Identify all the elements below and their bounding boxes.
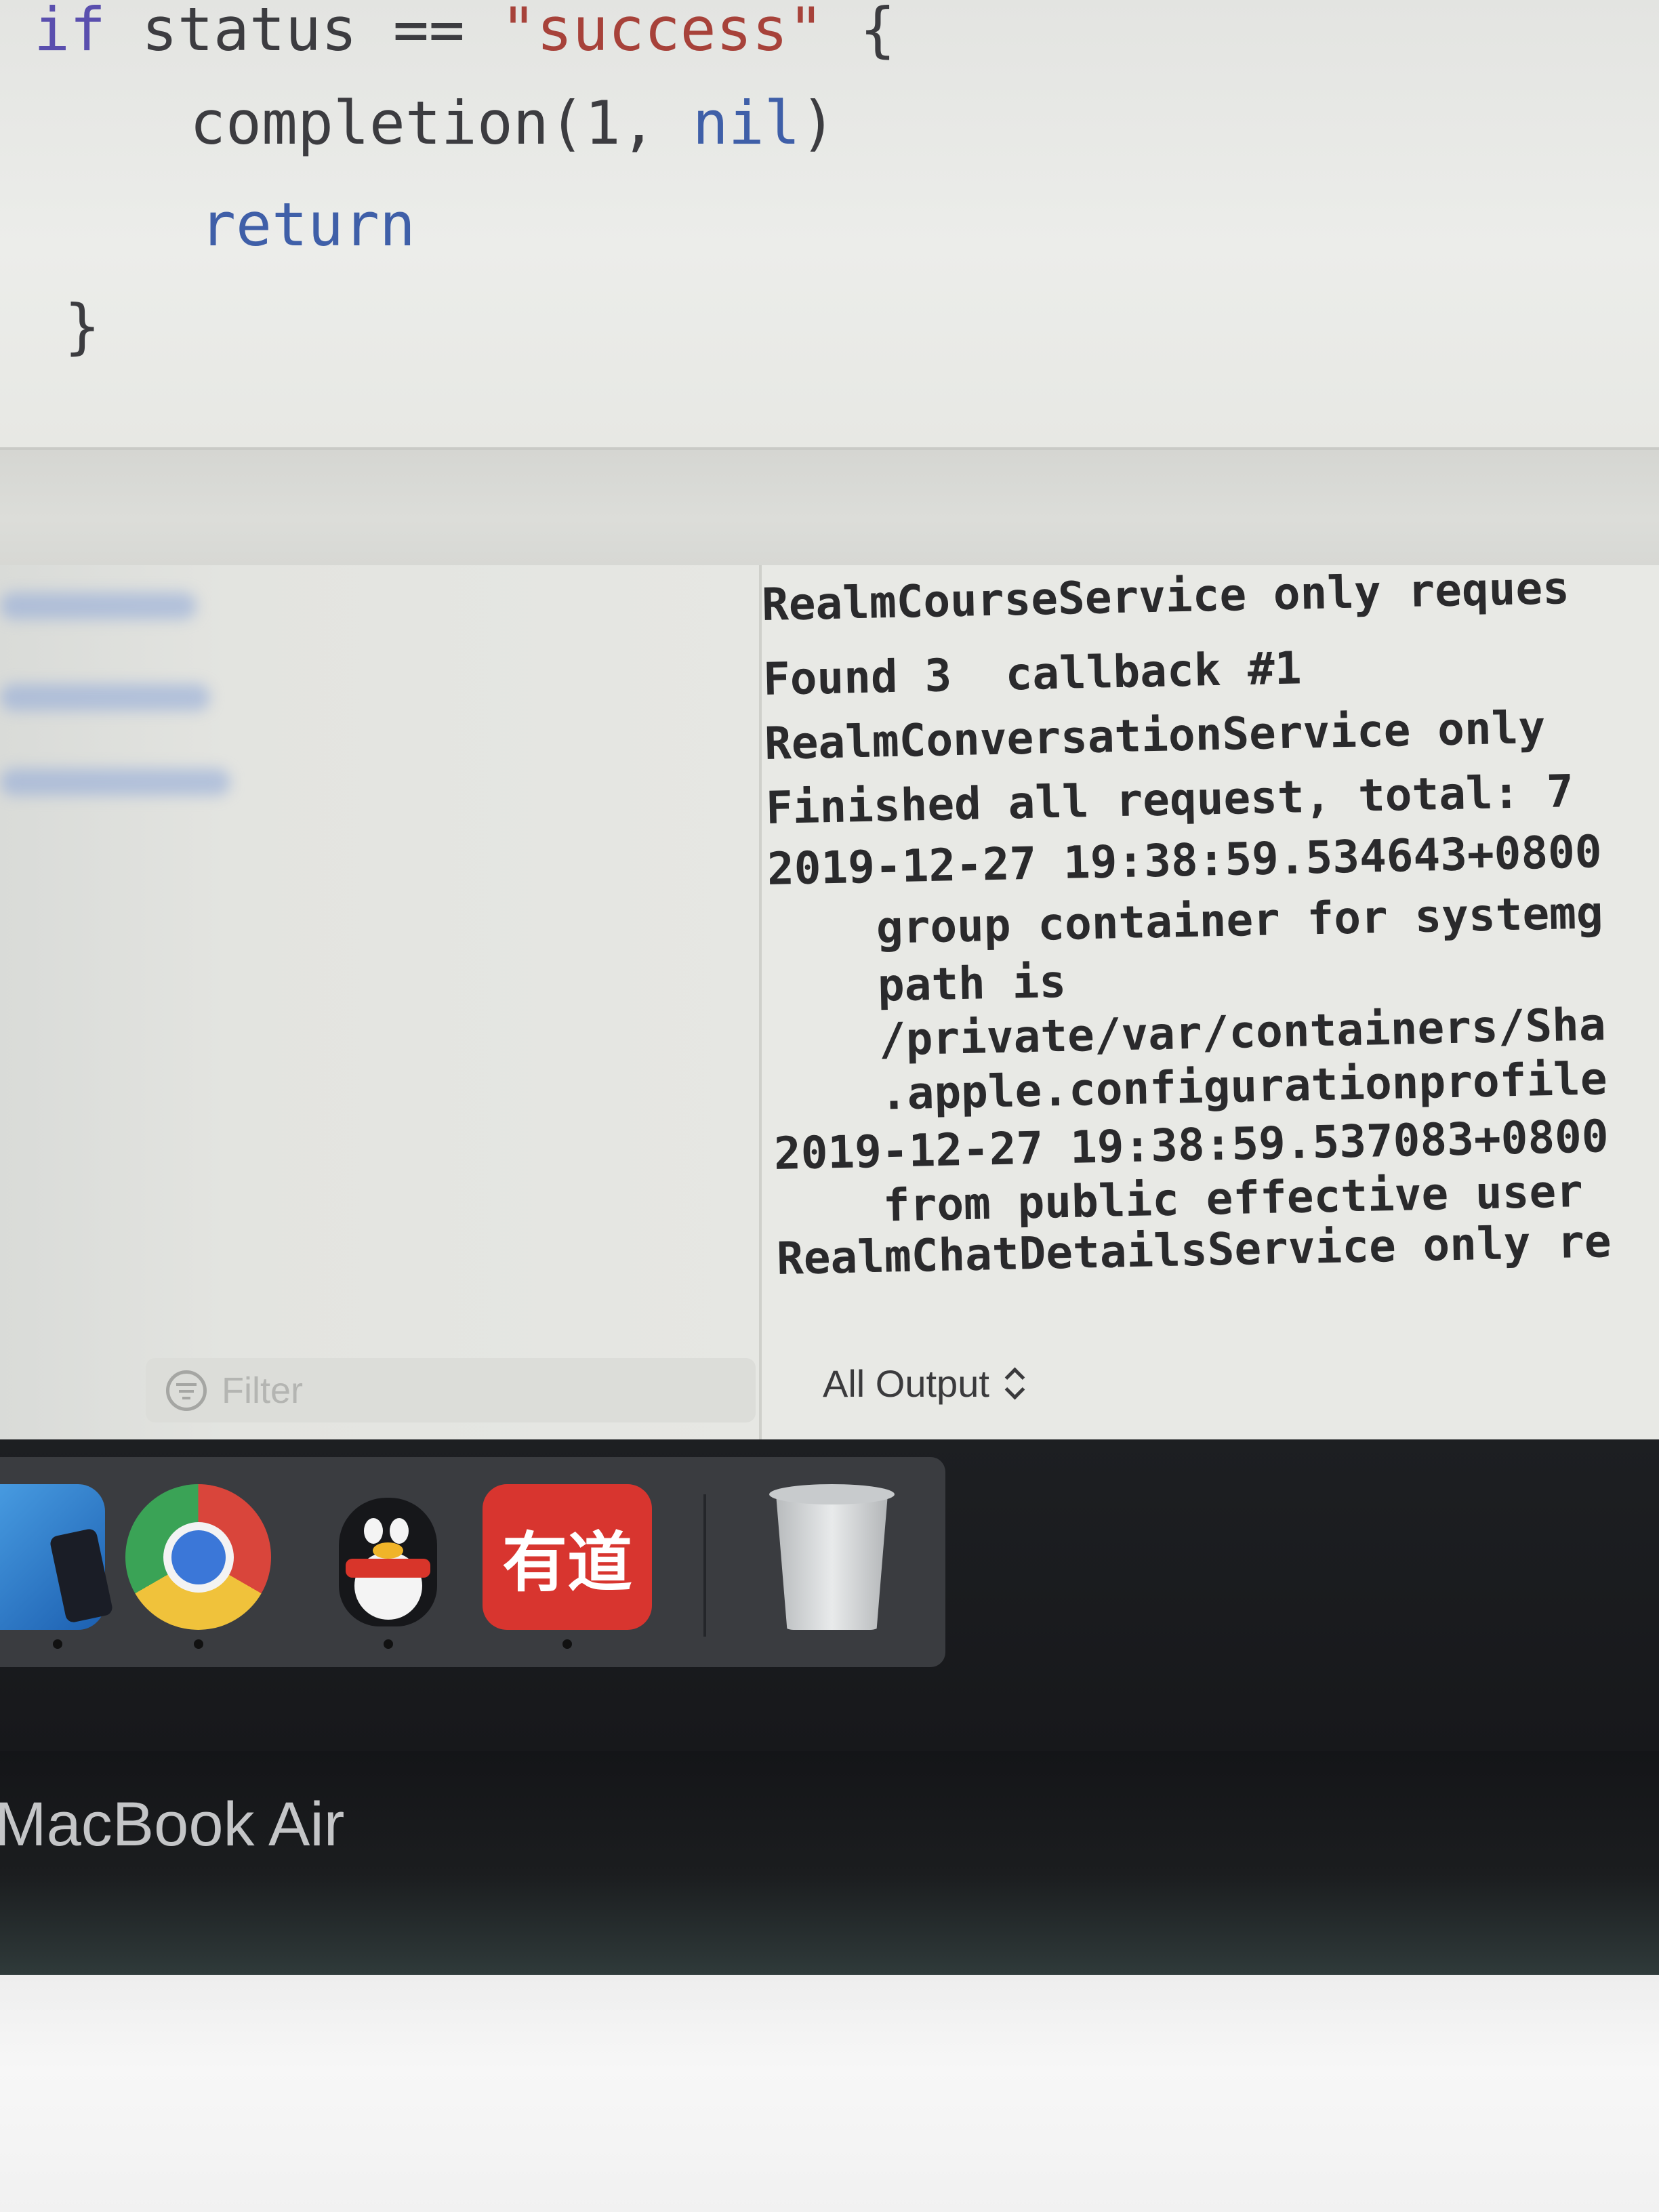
variables-filter-field[interactable]: Filter bbox=[146, 1358, 756, 1422]
code-editor[interactable]: if status == "success" { completion(1, n… bbox=[0, 0, 1659, 447]
console-view[interactable]: RealmCourseService only reques Found 3 c… bbox=[762, 565, 1659, 1439]
code-text: completion(1, bbox=[190, 88, 693, 158]
code-text: ) bbox=[800, 88, 836, 158]
code-line[interactable]: if status == "success" { bbox=[34, 0, 896, 64]
debug-bar[interactable] bbox=[0, 447, 1659, 568]
code-line[interactable]: completion(1, nil) bbox=[190, 88, 836, 158]
penguin-scarf bbox=[346, 1559, 430, 1578]
code-line[interactable]: return bbox=[200, 190, 415, 260]
qq-penguin-icon[interactable] bbox=[315, 1484, 461, 1649]
output-filter-label: All Output bbox=[823, 1362, 989, 1405]
output-filter-popup[interactable]: All Output bbox=[823, 1361, 1025, 1406]
keyword-token: nil bbox=[692, 88, 800, 158]
device-label: MacBook Air bbox=[0, 1790, 345, 1859]
console-line: group container for systemg bbox=[768, 886, 1604, 956]
keyword-token: if bbox=[34, 0, 106, 64]
desk-surface bbox=[0, 1975, 1659, 2212]
chrome-center bbox=[171, 1530, 226, 1584]
dock-separator bbox=[703, 1494, 706, 1637]
running-indicator bbox=[383, 1639, 393, 1649]
string-token: "success" bbox=[500, 0, 824, 64]
penguin-beak bbox=[373, 1542, 403, 1559]
trash-icon[interactable] bbox=[766, 1477, 898, 1633]
dock: 有道 bbox=[0, 1457, 945, 1667]
running-indicator bbox=[193, 1639, 203, 1649]
code-text: status == bbox=[105, 0, 501, 64]
console-line: RealmCourseService only reques bbox=[762, 565, 1570, 631]
console-line: Finished all request, total: 7 bbox=[765, 765, 1574, 834]
screen-glare bbox=[0, 592, 197, 619]
console-line: RealmConversationService only bbox=[764, 701, 1573, 770]
code-text: } bbox=[64, 291, 100, 361]
console-line: path is bbox=[769, 955, 1067, 1014]
code-text: { bbox=[823, 0, 896, 64]
hammer-shape bbox=[49, 1528, 114, 1624]
keyword-token: return bbox=[200, 190, 415, 260]
filter-placeholder: Filter bbox=[222, 1370, 303, 1411]
trash-can-rim bbox=[769, 1484, 895, 1504]
xcode-hammer-icon[interactable] bbox=[0, 1484, 114, 1649]
penguin-eye bbox=[390, 1518, 409, 1544]
console-line: Found 3 callback #1 bbox=[762, 642, 1303, 705]
variables-view[interactable]: Filter bbox=[0, 565, 762, 1439]
penguin-eye bbox=[364, 1518, 383, 1544]
running-indicator bbox=[53, 1639, 62, 1649]
code-line[interactable]: } bbox=[64, 291, 100, 361]
trash-can-body bbox=[776, 1494, 888, 1630]
running-indicator bbox=[562, 1639, 572, 1649]
screen-glare bbox=[0, 684, 210, 711]
console-line: 2019-12-27 19:38:59.534643+0800 bbox=[766, 825, 1603, 895]
youdao-icon[interactable]: 有道 bbox=[483, 1484, 652, 1649]
chrome-icon[interactable] bbox=[125, 1484, 271, 1649]
filter-icon bbox=[166, 1370, 207, 1411]
laptop-bezel bbox=[0, 1751, 1659, 1975]
debug-area: Filter RealmCourseService only reques Fo… bbox=[0, 565, 1659, 1439]
chevron-up-down-icon bbox=[1004, 1365, 1025, 1403]
youdao-icon-label: 有道 bbox=[502, 1525, 632, 1601]
screen-glare bbox=[0, 769, 230, 796]
